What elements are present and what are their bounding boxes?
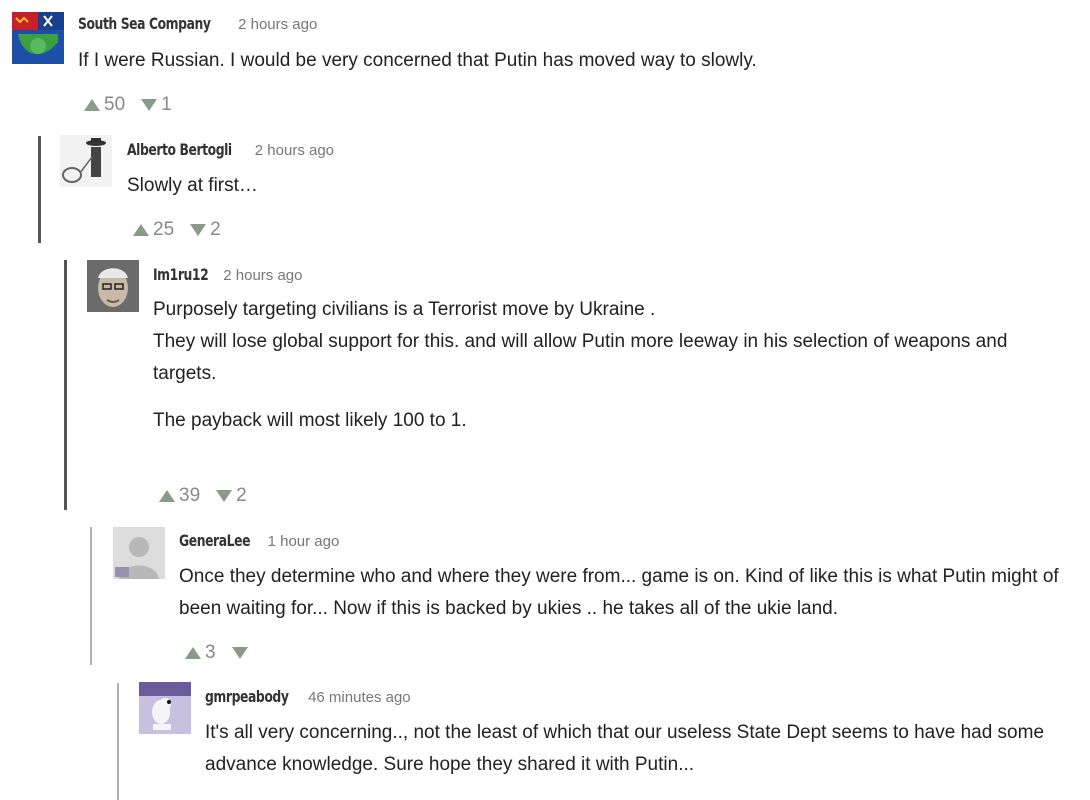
comment-meta: gmrpeabody 46 minutes ago [205, 687, 411, 707]
author-name[interactable]: South Sea Company [78, 14, 211, 33]
upvote-triangle-icon[interactable] [133, 224, 149, 236]
avatar[interactable] [87, 260, 139, 312]
author-name[interactable]: gmrpeabody [205, 687, 289, 706]
comment-body: If I were Russian. I would be very conce… [78, 45, 1078, 77]
avatar[interactable] [12, 12, 64, 64]
avatar[interactable] [113, 527, 165, 579]
author-name[interactable]: Alberto Bertogli [127, 140, 232, 159]
comment-south-sea-company: South Sea Company 2 hours ago If I were R… [0, 0, 1090, 125]
upvote-count: 25 [153, 219, 175, 240]
vote-bar: 3 [185, 642, 252, 664]
cartoon-dog-avatar-image [139, 682, 191, 734]
upvote-count: 50 [104, 94, 126, 115]
downvote-count: 2 [210, 219, 221, 240]
comment-body: Once they determine who and where they w… [179, 561, 1084, 625]
comment-text: Once they determine who and where they w… [179, 566, 1059, 619]
comment-text-line: Purposely targeting civilians is a Terro… [153, 299, 656, 320]
timestamp[interactable]: 46 minutes ago [308, 689, 411, 706]
upvote-count: 3 [205, 642, 216, 663]
comment-generalee: GeneraLee 1 hour ago Once they determine … [0, 515, 1090, 675]
downvote-triangle-icon[interactable] [141, 99, 158, 111]
author-name[interactable]: GeneraLee [179, 531, 250, 550]
downvote-count: 1 [161, 94, 172, 115]
comment-alberto-bertogli: Alberto Bertogli 2 hours ago Slowly at fi… [0, 125, 1090, 250]
comment-gmrpeabody: gmrpeabody 46 minutes ago It's all very c… [0, 672, 1090, 800]
downvote-count: 2 [236, 485, 247, 506]
upvote-triangle-icon[interactable] [159, 490, 175, 502]
coat-of-arms-avatar-image [12, 12, 64, 64]
upvote-triangle-icon[interactable] [84, 99, 100, 111]
comment-text: If I were Russian. I would be very conce… [78, 50, 757, 71]
comment-text: The payback will most likely 100 to 1. [153, 410, 467, 431]
comment-meta: Im1ru12 2 hours ago [153, 265, 302, 285]
vote-bar: 50 1 [84, 94, 172, 116]
vote-bar: 39 2 [159, 485, 247, 507]
comment-meta: GeneraLee 1 hour ago [179, 531, 339, 551]
avatar[interactable] [60, 135, 112, 187]
comment-text: Purposely targeting civilians is a Terro… [153, 294, 1073, 390]
upvote-count: 39 [179, 485, 201, 506]
upvote-triangle-icon[interactable] [185, 647, 201, 659]
vote-bar: 25 2 [133, 219, 221, 241]
comment-meta: South Sea Company 2 hours ago [78, 14, 317, 34]
comment-im1ru12: Im1ru12 2 hours ago Purposely targeting c… [0, 250, 1090, 515]
comment-meta: Alberto Bertogli 2 hours ago [127, 140, 334, 160]
timestamp[interactable]: 2 hours ago [238, 16, 317, 33]
man-portrait-avatar-image [87, 260, 139, 312]
comment-body: It's all very concerning.., not the leas… [205, 717, 1085, 781]
comment-thread: South Sea Company 2 hours ago If I were R… [0, 0, 1090, 800]
avatar[interactable] [139, 682, 191, 734]
comment-text-line: They will lose global support for this. … [153, 331, 1008, 384]
downvote-triangle-icon[interactable] [231, 647, 248, 659]
cowboy-avatar-image [60, 135, 112, 187]
comment-text: Slowly at first… [127, 175, 258, 196]
comment-body: Purposely targeting civilians is a Terro… [153, 294, 1073, 437]
downvote-triangle-icon[interactable] [216, 490, 233, 502]
timestamp[interactable]: 2 hours ago [223, 267, 302, 284]
author-name[interactable]: Im1ru12 [153, 265, 209, 284]
timestamp[interactable]: 1 hour ago [268, 533, 340, 550]
comment-text: It's all very concerning.., not the leas… [205, 722, 1045, 775]
timestamp[interactable]: 2 hours ago [255, 142, 334, 159]
downvote-triangle-icon[interactable] [190, 224, 207, 236]
default-avatar-image [113, 527, 165, 579]
comment-body: Slowly at first… [127, 170, 1077, 202]
